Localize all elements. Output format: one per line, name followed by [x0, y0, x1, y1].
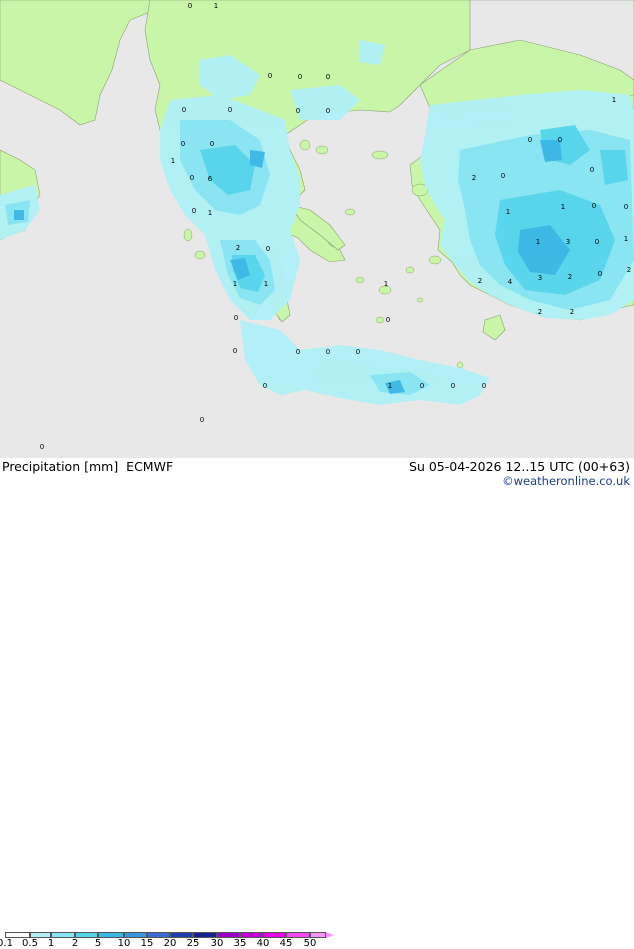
precip-value-label: 0: [210, 140, 214, 148]
precip-value-label: 3: [538, 274, 542, 282]
map-labels: 1 0 0 0 0 0 0 0 0 0 0 1 6 0 1 0 2 0 1 1 0 0 0 0 0 0 0 0 1 0 0 0 2 0 0 1 1 0 1 0…: [40, 2, 631, 451]
precip-value-label: 0: [598, 270, 602, 278]
precip-value-label: 0: [233, 347, 237, 355]
precip-value-label: 0: [190, 174, 194, 182]
precip-value-label: 0: [326, 107, 330, 115]
precip-value-label: 1: [171, 157, 175, 165]
precip-value-label: 1: [624, 235, 628, 243]
precip-value-label: 1: [388, 382, 392, 390]
precip-value-label: 0: [192, 207, 196, 215]
precip-value-label: 2: [478, 277, 482, 285]
precip-value-label: 1: [233, 280, 237, 288]
credit: ©weatheronline.co.uk: [502, 474, 630, 488]
precip-value-label: 0: [624, 203, 628, 211]
legend-tick-label: 40: [256, 938, 270, 949]
precip-value-label: 0: [200, 416, 204, 424]
legend-tick-label: 5: [94, 938, 102, 949]
legend-tick-label: 30: [210, 938, 224, 949]
precip-value-label: 3: [566, 238, 570, 246]
precip-value-label: 0: [420, 382, 424, 390]
precip-value-label: 0: [528, 136, 532, 144]
precip-value-label: 1: [561, 203, 565, 211]
precip-value-label: 0: [266, 245, 270, 253]
precip-value-label: 4: [508, 278, 513, 286]
legend-arrow: [326, 932, 334, 938]
precip-value-label: 0: [482, 382, 486, 390]
precip-value-label: 1: [384, 280, 388, 288]
precip-value-label: 0: [188, 2, 192, 10]
precip-value-label: 2: [570, 308, 574, 316]
precip-value-label: 6: [208, 175, 213, 183]
precip-value-label: 0: [182, 106, 186, 114]
precip-value-label: 0: [326, 73, 330, 81]
precip-value-label: 0: [263, 382, 267, 390]
precip-value-label: 2: [568, 273, 572, 281]
legend-tick-label: 45: [279, 938, 293, 949]
precip-value-label: 1: [208, 209, 212, 217]
title-precip: Precipitation [mm] ECMWF: [2, 459, 173, 474]
footer: Precipitation [mm] ECMWF Su 05-04-2026 1…: [0, 458, 634, 949]
precip-value-label: 0: [40, 443, 44, 451]
precip-value-label: 0: [595, 238, 599, 246]
precip-value-label: 0: [592, 202, 596, 210]
precipitation-map: 1 0 0 0 0 0 0 0 0 0 0 1 6 0 1 0 2 0 1 1 0 0 0 0 0 0 0 0 1 0 0 0 2 0 0 1 1 0 1 0…: [0, 0, 634, 458]
precip-value-label: 0: [234, 314, 238, 322]
precip-value-label: 1: [536, 238, 540, 246]
precip-value-label: 0: [228, 106, 232, 114]
precip-value-label: 0: [268, 72, 272, 80]
precip-value-label: 0: [558, 136, 562, 144]
precip-value-label: 1: [264, 280, 268, 288]
legend-tick-label: 25: [186, 938, 200, 949]
precip-value-label: 0: [386, 316, 390, 324]
precip-value-label: 0: [296, 348, 300, 356]
legend-tick-label: 0.5: [22, 938, 38, 949]
precip-value-label: 1: [612, 96, 616, 104]
precip-value-label: 2: [538, 308, 542, 316]
precip-value-label: 0: [296, 107, 300, 115]
legend-tick-label: 10: [117, 938, 131, 949]
model-name: ECMWF: [126, 459, 174, 474]
precip-value-label: 2: [472, 174, 476, 182]
precip-value-label: 2: [236, 244, 240, 252]
legend-tick-label: 50: [303, 938, 317, 949]
legend-tick-label: 35: [233, 938, 247, 949]
precip-value-label: 1: [506, 208, 510, 216]
precip-value-label: 2: [627, 266, 631, 274]
timestamp: Su 05-04-2026 12..15 UTC (00+63): [409, 459, 630, 474]
precip-value-label: 0: [326, 348, 330, 356]
legend-tick-label: 1: [47, 938, 55, 949]
precip-value-label: 0: [501, 172, 505, 180]
precip-value-label: 0: [298, 73, 302, 81]
precip-value-label: 0: [590, 166, 594, 174]
legend-tick-label: 20: [163, 938, 177, 949]
precip-value-label: 1: [214, 2, 218, 10]
precip-value-label: 0: [356, 348, 360, 356]
title-text: Precipitation [mm]: [2, 459, 119, 474]
legend-tick-label: 0.1: [0, 938, 13, 949]
precip-value-label: 0: [181, 140, 185, 148]
legend-tick-label: 2: [71, 938, 79, 949]
legend-tick-label: 15: [140, 938, 154, 949]
precip-value-label: 0: [451, 382, 455, 390]
